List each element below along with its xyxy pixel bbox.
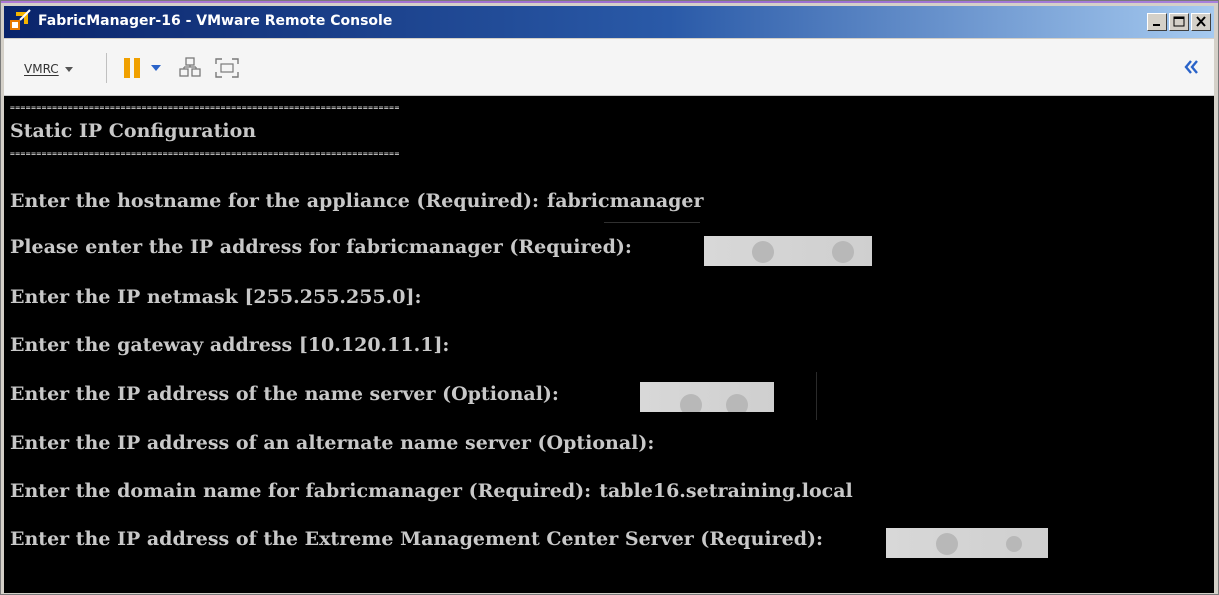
send-ctrl-alt-del-button[interactable] [178,55,202,81]
separator-line-top: ========================================… [10,103,400,112]
console-prompt: Enter the IP address of an alternate nam… [10,432,655,454]
fullscreen-button[interactable] [214,55,240,81]
console-line: Enter the IP address of an alternate nam… [10,432,662,454]
window-controls [1147,13,1211,33]
redaction-blob [726,394,748,412]
console-value: table16.setraining.local [599,480,853,502]
window-title: FabricManager-16 - VMware Remote Console [38,13,393,29]
redacted-name-server [640,382,774,412]
pause-button[interactable] [122,55,142,81]
vmrc-window: FabricManager-16 - VMware Remote Console [0,0,1219,595]
maximize-button[interactable] [1169,13,1189,31]
console-prompt: Enter the IP address of the Extreme Mana… [10,528,824,550]
power-dropdown-button[interactable] [150,55,162,81]
cursor-artifact [816,372,817,420]
close-icon [1196,16,1206,27]
close-button[interactable] [1191,13,1211,31]
console-prompt: Enter the IP address of the name server … [10,383,559,405]
redacted-management-center-ip [886,528,1048,558]
window-top-accent [1,1,1218,3]
console-line: Enter the IP address of the Extreme Mana… [10,528,831,550]
toolbar-separator [106,53,107,83]
console-prompt: Enter the gateway address [10.120.11.1]: [10,334,450,356]
vmware-remote-console-icon [10,9,31,30]
toolbar: VMRC [4,39,1214,96]
vmrc-menu-label: VMRC [24,62,59,76]
console-line: Please enter the IP address for fabricma… [10,236,640,258]
redaction-blob [1006,536,1022,552]
console-prompt: Enter the hostname for the appliance (Re… [10,190,540,212]
power-dropdown-icon [151,65,161,71]
console-prompt: Please enter the IP address for fabricma… [10,236,632,258]
redaction-blob [936,533,958,555]
console-line: Enter the gateway address [10.120.11.1]: [10,334,457,356]
redacted-ip-address [704,236,872,266]
vmrc-menu-button[interactable]: VMRC [24,59,73,79]
fullscreen-icon [215,58,239,78]
minimize-button[interactable] [1147,13,1167,31]
chevron-down-icon [64,66,73,72]
redaction-blob [752,241,774,263]
console-heading: Static IP Configuration [10,120,257,142]
send-ctrl-alt-del-icon [179,57,201,77]
maximize-icon [1173,16,1185,27]
input-underline [604,222,700,223]
separator-line-bottom: ========================================… [10,149,400,158]
title-bar[interactable]: FabricManager-16 - VMware Remote Console [4,6,1214,38]
console-line: Enter the IP netmask [255.255.255.0]: [10,286,429,308]
console-screen[interactable]: ========================================… [4,96,1214,593]
console-line: Enter the hostname for the appliance (Re… [10,190,704,212]
pause-icon [124,58,140,78]
console-value: fabricmanager [547,190,704,212]
double-chevron-left-icon[interactable] [1182,57,1200,77]
console-prompt: Enter the domain name for fabricmanager … [10,480,592,502]
console-line: Enter the domain name for fabricmanager … [10,480,853,502]
console-prompt: Enter the IP netmask [255.255.255.0]: [10,286,422,308]
console-line: Enter the IP address of the name server … [10,383,567,405]
redaction-blob [680,394,702,412]
minimize-icon [1153,24,1160,26]
redaction-blob [832,241,854,263]
